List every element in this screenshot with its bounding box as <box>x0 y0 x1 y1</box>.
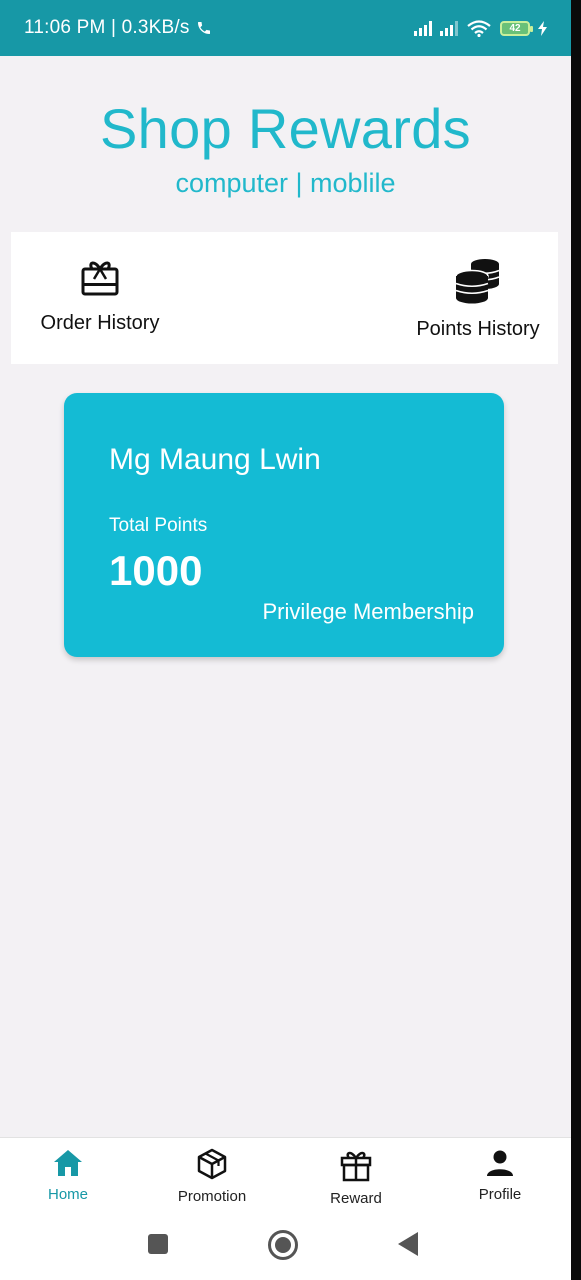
phone-call-icon <box>197 22 210 34</box>
nav-label-home: Home <box>47 1186 88 1203</box>
home-button-icon[interactable] <box>267 1229 299 1261</box>
app-subtitle: computer | moblile <box>175 168 396 198</box>
person-icon <box>487 1150 513 1176</box>
screen-edge <box>571 0 581 1280</box>
system-nav-bar <box>0 1217 571 1280</box>
status-left: 11:06 PM | 0.3KB/s <box>24 17 212 39</box>
box-icon <box>197 1148 227 1180</box>
quick-actions: Order History Points History <box>11 232 558 364</box>
member-card: Mg Maung Lwin Total Points 1000 Privileg… <box>64 393 504 657</box>
nav-item-reward[interactable]: Reward <box>296 1148 416 1207</box>
charging-icon <box>538 20 547 36</box>
signal-icon <box>414 20 432 36</box>
bottom-nav: Home Promotion Reward Profile <box>0 1137 571 1217</box>
home-icon <box>54 1150 82 1176</box>
gift-icon <box>340 1151 372 1182</box>
app-screen: 11:06 PM | 0.3KB/s 42 Shop Rewards compu… <box>0 0 571 1280</box>
nav-item-profile[interactable]: Profile <box>440 1148 560 1203</box>
recent-apps-icon[interactable] <box>147 1233 169 1255</box>
order-history-label: Order History <box>40 312 160 334</box>
total-points-label: Total Points <box>109 515 208 536</box>
wifi-icon <box>467 20 491 37</box>
membership-tier: Privilege Membership <box>262 599 474 624</box>
status-time-speed: 11:06 PM | 0.3KB/s <box>24 17 190 38</box>
coins-icon <box>455 259 500 304</box>
back-icon[interactable] <box>397 1231 419 1257</box>
nav-label-promotion: Promotion <box>177 1188 247 1205</box>
signal-2-icon <box>440 20 458 36</box>
nav-label-profile: Profile <box>478 1186 522 1203</box>
status-bar: 11:06 PM | 0.3KB/s 42 <box>0 0 571 56</box>
member-name: Mg Maung Lwin <box>109 443 321 476</box>
app-title: Shop Rewards <box>100 97 471 160</box>
battery-icon: 42 <box>500 20 533 36</box>
gift-card-icon <box>81 261 119 296</box>
nav-item-promotion[interactable]: Promotion <box>152 1148 272 1205</box>
status-right: 42 <box>414 19 547 37</box>
nav-label-reward: Reward <box>330 1190 382 1207</box>
points-history-button[interactable]: Points History <box>408 258 548 341</box>
points-history-label: Points History <box>416 318 540 340</box>
nav-item-home[interactable]: Home <box>8 1148 128 1203</box>
order-history-button[interactable]: Order History <box>25 258 175 335</box>
total-points-value: 1000 <box>109 547 203 594</box>
